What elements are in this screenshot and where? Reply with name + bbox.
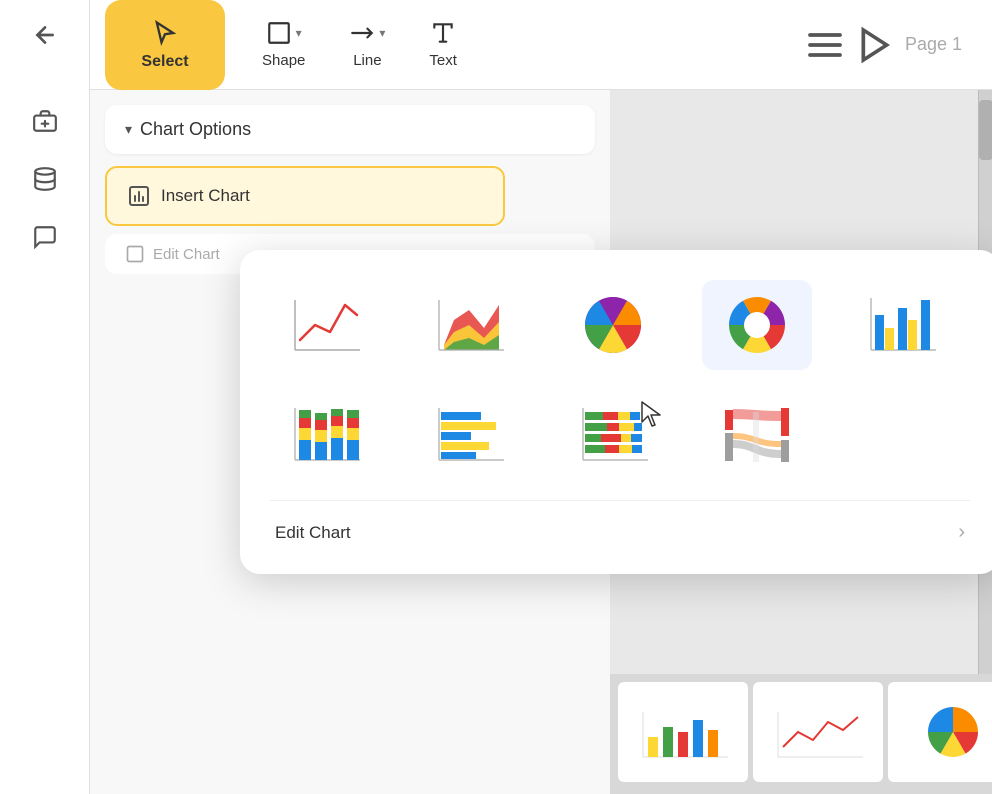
line-label: Line — [353, 52, 381, 69]
select-tool[interactable]: Select — [105, 0, 225, 90]
select-label: Select — [141, 53, 188, 71]
panel-area: ▾ Chart Options Insert Chart Edit Chart — [90, 90, 992, 794]
chart-type-dropdown: Edit Chart › — [240, 250, 992, 574]
back-button[interactable] — [20, 10, 70, 60]
page-label: Page 1 — [905, 34, 962, 55]
area-chart-option[interactable] — [414, 280, 524, 370]
line-tool[interactable]: ▾ Line — [337, 12, 397, 77]
database-button[interactable] — [20, 154, 70, 204]
stacked-bar-chart-option[interactable] — [270, 390, 380, 480]
page-thumb-2[interactable] — [753, 682, 883, 782]
insert-chart-button[interactable]: Insert Chart — [105, 166, 505, 226]
chart-divider — [270, 500, 970, 501]
chevron-icon: ▾ — [125, 121, 132, 138]
horizontal-bar-chart-option[interactable] — [414, 390, 524, 480]
toolbar: Select ▾ Shape ▾ Line Te — [90, 0, 992, 90]
shape-tool[interactable]: ▾ Shape — [250, 12, 317, 77]
chart-options-header[interactable]: ▾ Chart Options — [105, 105, 595, 154]
chart-options-title: Chart Options — [140, 119, 251, 140]
chevron-right-icon: › — [958, 521, 965, 544]
edit-chart-row[interactable]: Edit Chart › — [270, 511, 970, 554]
list-view-button[interactable] — [805, 25, 845, 65]
play-button[interactable] — [855, 25, 895, 65]
edit-chart-text: Edit Chart — [153, 246, 220, 263]
toolbar-right: Page 1 — [805, 25, 982, 65]
donut-chart-option[interactable] — [702, 280, 812, 370]
comment-button[interactable] — [20, 212, 70, 262]
chart-type-grid — [270, 280, 970, 480]
insert-chart-label: Insert Chart — [161, 186, 250, 206]
edit-chart-dropdown-label: Edit Chart — [275, 523, 351, 543]
stacked-horizontal-chart-option[interactable] — [558, 390, 668, 480]
page-thumb-3[interactable] — [888, 682, 992, 782]
sankey-chart-option[interactable] — [702, 390, 812, 480]
bar-chart-option[interactable] — [846, 280, 956, 370]
main-area: Select ▾ Shape ▾ Line Te — [90, 0, 992, 794]
shape-label: Shape — [262, 52, 305, 69]
text-label: Text — [429, 52, 457, 69]
line-chart-option[interactable] — [270, 280, 380, 370]
left-panel: ▾ Chart Options Insert Chart Edit Chart — [90, 90, 610, 794]
text-tool[interactable]: Text — [417, 12, 469, 77]
pie-chart-option[interactable] — [558, 280, 668, 370]
page-thumbs-area — [610, 674, 992, 794]
sidebar — [0, 0, 90, 794]
toolbox-button[interactable] — [20, 96, 70, 146]
page-thumb-1[interactable] — [618, 682, 748, 782]
